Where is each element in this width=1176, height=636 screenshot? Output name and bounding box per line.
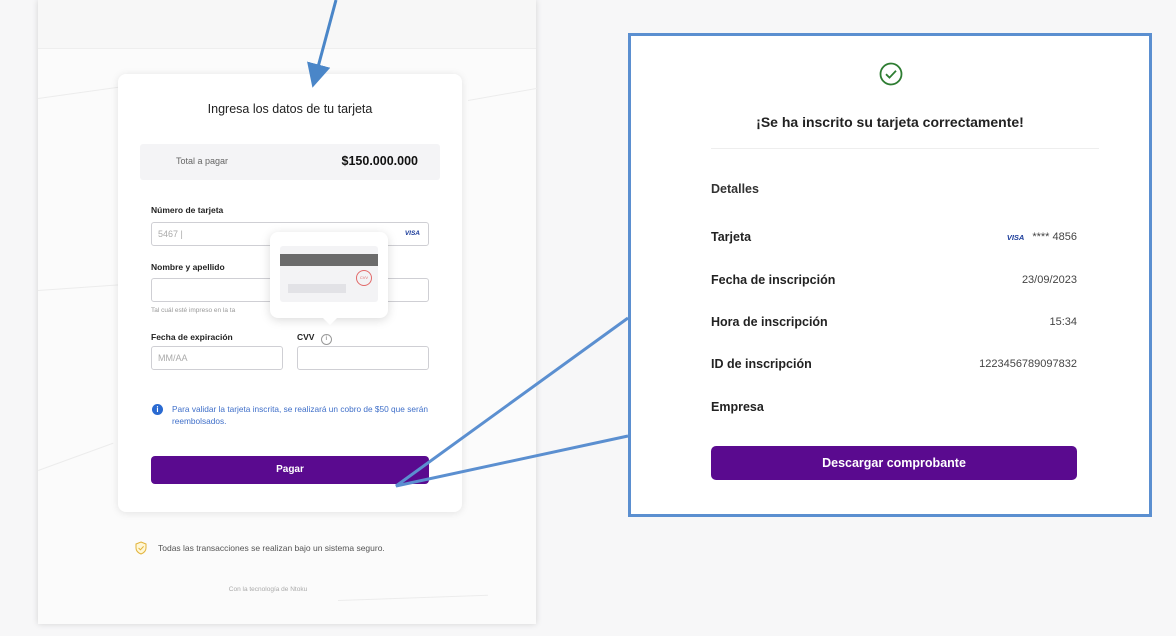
- detail-value: 15:34: [1049, 316, 1077, 328]
- check-circle-icon: [879, 62, 903, 86]
- card-number-label: Número de tarjeta: [151, 205, 224, 215]
- masked-card-number: **** 4856: [1032, 231, 1077, 243]
- background-line: [468, 87, 538, 101]
- detail-label: Empresa: [711, 400, 764, 414]
- name-label: Nombre y apellido: [151, 262, 225, 272]
- detail-row-time: Hora de inscripción 15:34: [711, 315, 1077, 333]
- background-line: [338, 594, 488, 601]
- pay-button[interactable]: Pagar: [151, 456, 429, 484]
- background-line: [38, 283, 128, 291]
- total-label: Total a pagar: [176, 156, 229, 166]
- background-line: [38, 442, 114, 471]
- card-number-value: 5467 |: [158, 229, 183, 239]
- cvv-help-icon[interactable]: i: [320, 334, 332, 345]
- detail-label: Tarjeta: [711, 230, 752, 244]
- expiry-label: Fecha de expiración: [151, 332, 233, 342]
- expiry-placeholder: MM/AA: [158, 353, 188, 363]
- detail-row-id: ID de inscripción 1223456789097832: [711, 357, 1077, 375]
- secure-text: Todas las transacciones se realizan bajo…: [158, 543, 385, 553]
- visa-logo-icon: VISA: [404, 230, 420, 237]
- detail-value: VISA **** 4856: [1007, 231, 1077, 243]
- info-text: Para validar la tarjeta inscrita, se rea…: [172, 404, 428, 426]
- detail-row-card: Tarjeta VISA **** 4856: [711, 230, 1077, 248]
- detail-row-company: Empresa: [711, 400, 1077, 418]
- details-heading: Detalles: [711, 182, 759, 196]
- download-receipt-button[interactable]: Descargar comprobante: [711, 446, 1077, 480]
- detail-value: 23/09/2023: [1021, 274, 1077, 286]
- detail-value: 1223456789097832: [979, 358, 1077, 370]
- total-value: $150.000.000: [341, 154, 418, 168]
- card-back-illustration: CVV: [280, 246, 378, 302]
- detail-label: Hora de inscripción: [711, 315, 828, 329]
- info-icon: i: [152, 404, 163, 415]
- cvv-field[interactable]: [297, 346, 429, 370]
- cvv-tooltip: CVV: [270, 232, 388, 325]
- success-title: ¡Se ha inscrito su tarjeta correctamente…: [756, 114, 1024, 130]
- powered-by-text: Con la tecnología de Ntoku: [228, 586, 308, 593]
- detail-label: Fecha de inscripción: [711, 273, 836, 287]
- divider: [711, 148, 1099, 149]
- checkout-topbar: [38, 0, 536, 49]
- success-panel: ¡Se ha inscrito su tarjeta correctamente…: [628, 33, 1152, 517]
- cvv-label: CVV i: [297, 332, 332, 345]
- name-hint: Tal cuál esté impreso en la ta: [151, 307, 236, 314]
- shield-check-icon: [135, 541, 147, 555]
- cvv-label-text: CVV: [297, 332, 315, 342]
- signature-strip: [288, 284, 346, 293]
- detail-row-date: Fecha de inscripción 23/09/2023: [711, 273, 1077, 291]
- cvv-highlight-icon: CVV: [356, 270, 372, 286]
- payment-title: Ingresa los datos de tu tarjeta: [207, 102, 373, 116]
- visa-logo-icon: VISA: [1006, 233, 1025, 242]
- detail-label: ID de inscripción: [711, 357, 812, 371]
- total-box: Total a pagar $150.000.000: [140, 144, 440, 180]
- expiry-field[interactable]: MM/AA: [151, 346, 283, 370]
- magnetic-strip: [280, 254, 378, 266]
